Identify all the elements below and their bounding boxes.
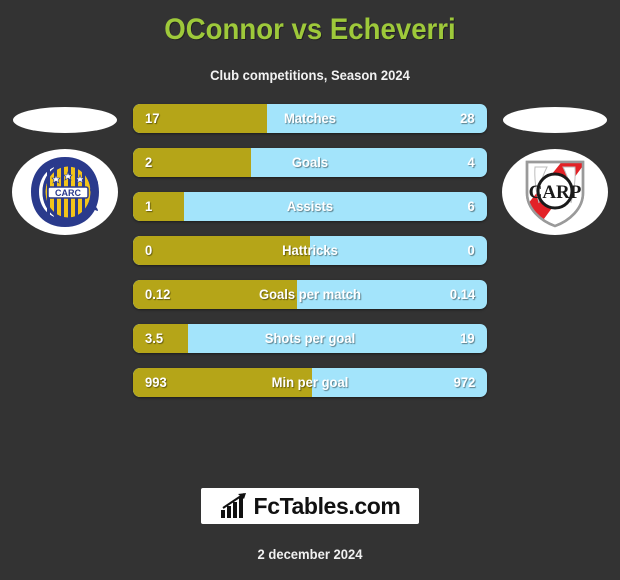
stat-row-hattricks: 0 Hattricks 0 bbox=[133, 236, 487, 265]
stat-row-shots-per-goal: 3.5 Shots per goal 19 bbox=[133, 324, 487, 353]
bar-chart-arrow-icon bbox=[220, 493, 246, 518]
away-team-crest: CARP bbox=[502, 149, 608, 235]
stat-row-assists: 1 Assists 6 bbox=[133, 192, 487, 221]
rosario-central-crest-icon: CARC bbox=[25, 154, 105, 230]
away-ellipse-decoration bbox=[503, 107, 607, 133]
stat-label: Shots per goal bbox=[264, 330, 356, 346]
chart-footer: FcTables.com 2 december 2024 bbox=[0, 488, 620, 580]
river-plate-crest-icon: CARP bbox=[515, 154, 595, 230]
stat-row-goals-per-match: 0.12 Goals per match 0.14 bbox=[133, 280, 487, 309]
away-value: 28 bbox=[460, 110, 475, 126]
away-value: 0 bbox=[467, 242, 475, 258]
home-ellipse-decoration bbox=[13, 107, 117, 133]
chart-date: 2 december 2024 bbox=[257, 546, 363, 562]
home-team-crest: CARC bbox=[12, 149, 118, 235]
away-value: 6 bbox=[467, 198, 475, 214]
stat-row-goals: 2 Goals 4 bbox=[133, 148, 487, 177]
away-team-column: CARP bbox=[495, 104, 615, 404]
stat-label: Goals per match bbox=[258, 286, 362, 302]
stat-row-min-per-goal: 993 Min per goal 972 bbox=[133, 368, 487, 397]
stat-label: Goals bbox=[291, 154, 329, 170]
stats-bar-list: 17 Matches 28 2 Goals 4 1 Assists 6 0 Ha… bbox=[133, 104, 487, 412]
home-team-column: CARC bbox=[5, 104, 125, 404]
stat-row-matches: 17 Matches 28 bbox=[133, 104, 487, 133]
page-title: OConnor vs Echeverri bbox=[164, 13, 456, 46]
chart-subtitle: Club competitions, Season 2024 bbox=[210, 67, 410, 83]
fctables-logo[interactable]: FcTables.com bbox=[201, 488, 419, 524]
svg-text:CARP: CARP bbox=[529, 182, 582, 203]
comparison-area: CARC 17 Matches 28 2 Goals 4 1 Assists 6… bbox=[0, 104, 620, 419]
stat-label: Assists bbox=[286, 198, 334, 214]
stat-label: Min per goal bbox=[271, 374, 349, 390]
away-value: 0.14 bbox=[449, 286, 475, 302]
chart-header: OConnor vs Echeverri Club competitions, … bbox=[0, 0, 620, 84]
stat-label: Matches bbox=[283, 110, 337, 126]
svg-text:CARC: CARC bbox=[55, 188, 81, 198]
stat-label: Hattricks bbox=[282, 242, 338, 258]
away-value: 19 bbox=[460, 330, 475, 346]
brand-label: FcTables.com bbox=[253, 492, 401, 519]
away-value: 972 bbox=[453, 374, 475, 390]
away-value: 4 bbox=[467, 154, 475, 170]
